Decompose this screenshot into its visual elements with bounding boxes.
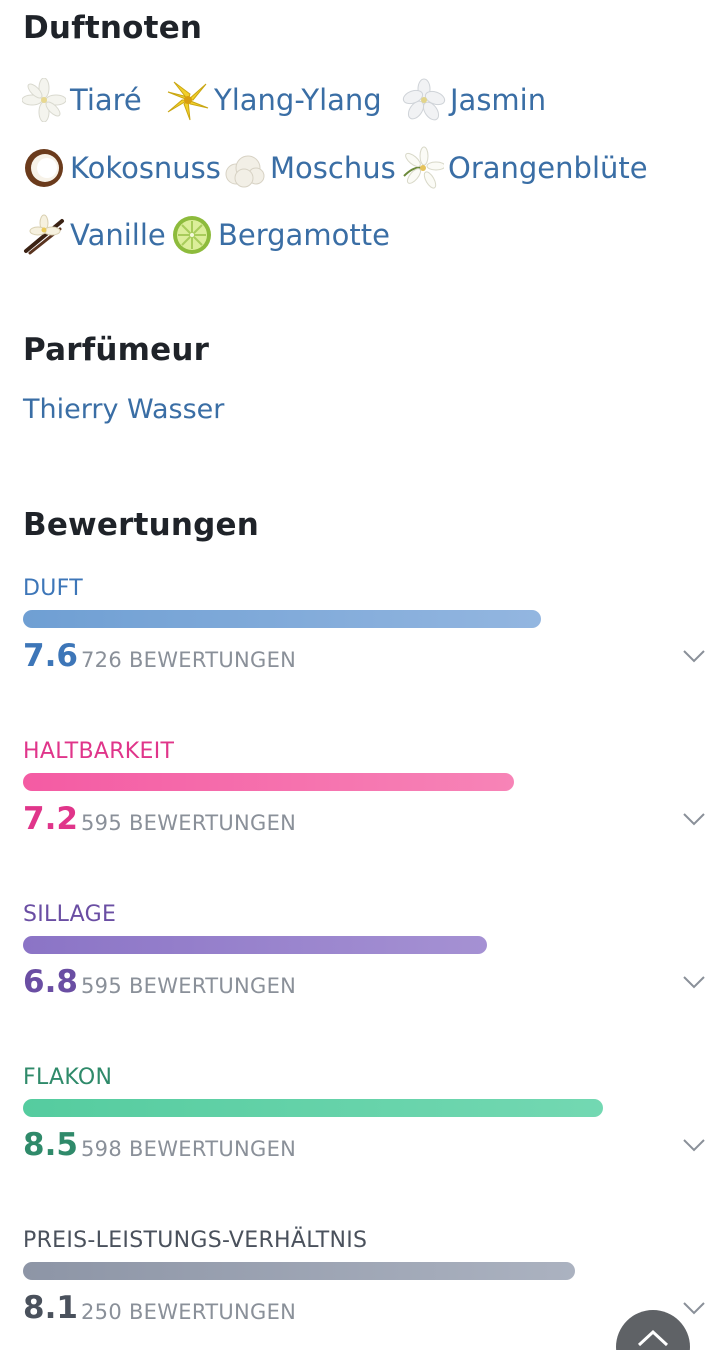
note-tiare[interactable]: Tiaré xyxy=(22,78,142,122)
note-label: Bergamotte xyxy=(218,218,390,252)
rating-score: 7.6 xyxy=(23,638,78,674)
perfumer-title: Parfümeur xyxy=(23,332,210,368)
rating-label: HALTBARKEIT xyxy=(23,739,175,764)
note-kokosnuss[interactable]: Kokosnuss xyxy=(22,146,221,190)
note-orangenbluete[interactable]: Orangenblüte xyxy=(400,146,648,190)
rating-count: 726 BEWERTUNGEN xyxy=(81,648,297,672)
rating-score: 8.5 xyxy=(23,1127,78,1163)
rating-bar xyxy=(23,610,541,628)
rating-bar xyxy=(23,773,514,791)
rating-bar xyxy=(23,1099,603,1117)
rating-count: 250 BEWERTUNGEN xyxy=(81,1300,297,1324)
jasmine-flower-icon xyxy=(402,78,446,122)
note-vanille[interactable]: Vanille xyxy=(22,213,166,257)
rating-bar xyxy=(23,936,487,954)
tiare-flower-icon xyxy=(22,78,66,122)
note-label: Vanille xyxy=(70,218,166,252)
vanilla-icon xyxy=(22,213,66,257)
chevron-down-icon[interactable] xyxy=(681,974,707,990)
chevron-up-icon xyxy=(637,1329,669,1347)
note-label: Jasmin xyxy=(450,83,547,117)
note-ylang-ylang[interactable]: Ylang-Ylang xyxy=(166,78,382,122)
note-label: Ylang-Ylang xyxy=(214,83,382,117)
rating-bar xyxy=(23,1262,575,1280)
chevron-down-icon[interactable] xyxy=(681,648,707,664)
ylang-ylang-flower-icon xyxy=(166,78,210,122)
chevron-down-icon[interactable] xyxy=(681,1137,707,1153)
rating-score: 8.1 xyxy=(23,1290,78,1326)
musk-icon xyxy=(222,146,266,190)
bergamot-icon xyxy=(170,213,214,257)
rating-count: 598 BEWERTUNGEN xyxy=(81,1137,297,1161)
rating-label: FLAKON xyxy=(23,1065,113,1090)
coconut-icon xyxy=(22,146,66,190)
note-label: Orangenblüte xyxy=(448,151,648,185)
notes-title: Duftnoten xyxy=(23,10,203,46)
ratings-title: Bewertungen xyxy=(23,507,260,543)
note-bergamotte[interactable]: Bergamotte xyxy=(170,213,390,257)
chevron-down-icon[interactable] xyxy=(681,811,707,827)
rating-label: SILLAGE xyxy=(23,902,117,927)
chevron-down-icon[interactable] xyxy=(681,1300,707,1316)
rating-score: 6.8 xyxy=(23,964,78,1000)
rating-label: PREIS-LEISTUNGS-VERHÄLTNIS xyxy=(23,1228,368,1253)
perfumer-link[interactable]: Thierry Wasser xyxy=(23,394,224,425)
rating-count: 595 BEWERTUNGEN xyxy=(81,974,297,998)
scroll-to-top-button[interactable] xyxy=(616,1310,690,1350)
rating-count: 595 BEWERTUNGEN xyxy=(81,811,297,835)
rating-label: DUFT xyxy=(23,576,83,601)
rating-score: 7.2 xyxy=(23,801,78,837)
note-jasmin[interactable]: Jasmin xyxy=(402,78,546,122)
note-label: Tiaré xyxy=(70,83,142,117)
note-label: Moschus xyxy=(270,151,396,185)
orange-blossom-icon xyxy=(400,146,444,190)
note-moschus[interactable]: Moschus xyxy=(222,146,396,190)
note-label: Kokosnuss xyxy=(70,151,221,185)
